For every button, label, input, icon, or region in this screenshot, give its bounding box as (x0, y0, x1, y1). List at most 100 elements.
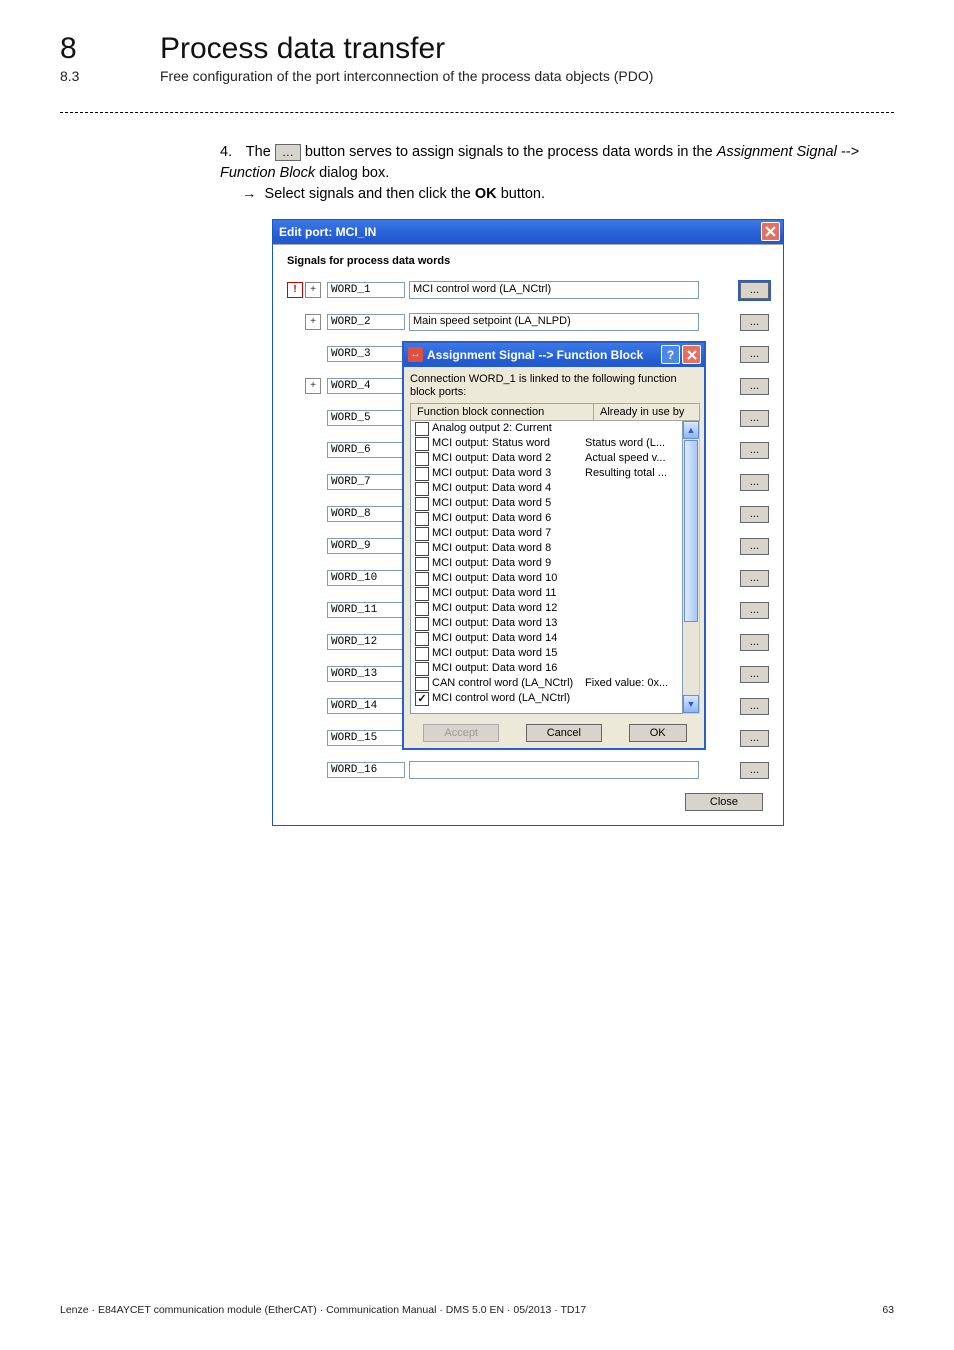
word-label: WORD_11 (327, 602, 405, 618)
word-value[interactable] (409, 761, 699, 779)
ellipsis-button[interactable]: ... (740, 666, 769, 683)
scroll-down-icon[interactable]: ▼ (683, 695, 699, 713)
checkbox[interactable] (415, 482, 429, 496)
ellipsis-button[interactable]: ... (740, 378, 769, 395)
panel-heading: Signals for process data words (287, 255, 769, 267)
checkbox[interactable] (415, 662, 429, 676)
ellipsis-button[interactable]: ... (740, 474, 769, 491)
checkbox[interactable] (415, 602, 429, 616)
ellipsis-button[interactable]: ... (740, 634, 769, 651)
list-item-inuse (585, 661, 682, 676)
ok-button[interactable]: OK (629, 724, 687, 742)
col-header-inuse[interactable]: Already in use by (594, 404, 699, 420)
list-item-label: MCI output: Data word 6 (432, 511, 551, 526)
ellipsis-button[interactable]: ... (740, 506, 769, 523)
list-item[interactable]: MCI output: Status wordStatus word (L... (411, 436, 682, 451)
ellipsis-button-inline[interactable]: … (275, 144, 301, 161)
checkbox[interactable] (415, 422, 429, 436)
list-item-inuse (585, 421, 682, 436)
ellipsis-button[interactable]: ... (740, 410, 769, 427)
ellipsis-button[interactable]: ... (740, 442, 769, 459)
list-item[interactable]: MCI output: Data word 13 (411, 616, 682, 631)
chapter-number: 8 (60, 32, 160, 66)
cancel-button[interactable]: Cancel (526, 724, 602, 742)
ellipsis-button[interactable]: ... (740, 570, 769, 587)
list-item-label: MCI output: Data word 4 (432, 481, 551, 496)
list-item[interactable]: CAN control word (LA_NCtrl)Fixed value: … (411, 676, 682, 691)
word-label: WORD_5 (327, 410, 405, 426)
list-item[interactable]: MCI output: Data word 16 (411, 661, 682, 676)
list-item[interactable]: MCI output: Data word 10 (411, 571, 682, 586)
checkbox[interactable] (415, 692, 429, 706)
list-item-inuse (585, 526, 682, 541)
ellipsis-button[interactable]: ... (740, 314, 769, 331)
checkbox[interactable] (415, 542, 429, 556)
popup-close-icon[interactable] (682, 345, 701, 364)
list-item[interactable]: MCI output: Data word 9 (411, 556, 682, 571)
close-button[interactable]: Close (685, 793, 763, 811)
chapter-title: Process data transfer (160, 32, 445, 66)
checkbox[interactable] (415, 632, 429, 646)
expand-icon[interactable]: + (305, 282, 321, 298)
list-item-inuse (585, 586, 682, 601)
list-item-inuse (585, 601, 682, 616)
checkbox[interactable] (415, 647, 429, 661)
list-item[interactable]: MCI output: Data word 15 (411, 646, 682, 661)
checkbox[interactable] (415, 527, 429, 541)
checkbox[interactable] (415, 467, 429, 481)
checkbox[interactable] (415, 437, 429, 451)
list-item-label: MCI output: Data word 5 (432, 496, 551, 511)
list-item-inuse (585, 481, 682, 496)
list-item-inuse (585, 541, 682, 556)
close-icon[interactable] (761, 222, 780, 241)
list-item[interactable]: MCI output: Data word 11 (411, 586, 682, 601)
list-item[interactable]: MCI output: Data word 8 (411, 541, 682, 556)
list-item-inuse: Resulting total ... (585, 466, 682, 481)
ellipsis-button[interactable]: ... (740, 730, 769, 747)
list-header: Function block connection Already in use… (410, 403, 700, 421)
list-item-inuse (585, 556, 682, 571)
page-number: 63 (882, 1304, 894, 1316)
titlebar[interactable]: Edit port: MCI_IN (273, 220, 783, 244)
checkbox[interactable] (415, 617, 429, 631)
expand-icon[interactable]: + (305, 378, 321, 394)
ellipsis-button[interactable]: ... (740, 346, 769, 363)
list-item[interactable]: MCI control word (LA_NCtrl) (411, 691, 682, 706)
list-item[interactable]: MCI output: Data word 6 (411, 511, 682, 526)
list-item[interactable]: MCI output: Data word 3Resulting total .… (411, 466, 682, 481)
checkbox[interactable] (415, 497, 429, 511)
scroll-thumb[interactable] (684, 440, 698, 622)
popup-titlebar[interactable]: ↔ Assignment Signal --> Function Block ? (404, 343, 704, 367)
list-item-inuse (585, 691, 682, 706)
expand-icon[interactable]: + (305, 314, 321, 330)
checkbox[interactable] (415, 572, 429, 586)
ellipsis-button[interactable]: ... (740, 602, 769, 619)
list-item[interactable]: MCI output: Data word 14 (411, 631, 682, 646)
scrollbar[interactable]: ▲ ▼ (683, 421, 700, 714)
list-item[interactable]: Analog output 2: Current (411, 421, 682, 436)
checkbox[interactable] (415, 512, 429, 526)
checkbox[interactable] (415, 587, 429, 601)
word-value[interactable]: MCI control word (LA_NCtrl) (409, 281, 699, 299)
list-body[interactable]: Analog output 2: CurrentMCI output: Stat… (410, 421, 683, 714)
ellipsis-button[interactable]: ... (740, 698, 769, 715)
list-item[interactable]: MCI output: Data word 4 (411, 481, 682, 496)
checkbox[interactable] (415, 557, 429, 571)
ellipsis-button[interactable]: ... (740, 762, 769, 779)
checkbox[interactable] (415, 452, 429, 466)
list-item[interactable]: MCI output: Data word 2Actual speed v... (411, 451, 682, 466)
help-icon[interactable]: ? (661, 345, 680, 364)
list-item[interactable]: MCI output: Data word 5 (411, 496, 682, 511)
scroll-up-icon[interactable]: ▲ (683, 421, 699, 439)
word-row: +WORD_2Main speed setpoint (LA_NLPD)... (287, 313, 769, 331)
ellipsis-button[interactable]: ... (740, 282, 769, 299)
col-header-connection[interactable]: Function block connection (411, 404, 594, 420)
edit-port-dialog: Edit port: MCI_IN Signals for process da… (272, 219, 784, 826)
ellipsis-button[interactable]: ... (740, 538, 769, 555)
word-label: WORD_3 (327, 346, 405, 362)
word-value[interactable]: Main speed setpoint (LA_NLPD) (409, 313, 699, 331)
list-item[interactable]: MCI output: Data word 7 (411, 526, 682, 541)
list-item[interactable]: MCI output: Data word 12 (411, 601, 682, 616)
list-item-label: MCI output: Data word 7 (432, 526, 551, 541)
checkbox[interactable] (415, 677, 429, 691)
